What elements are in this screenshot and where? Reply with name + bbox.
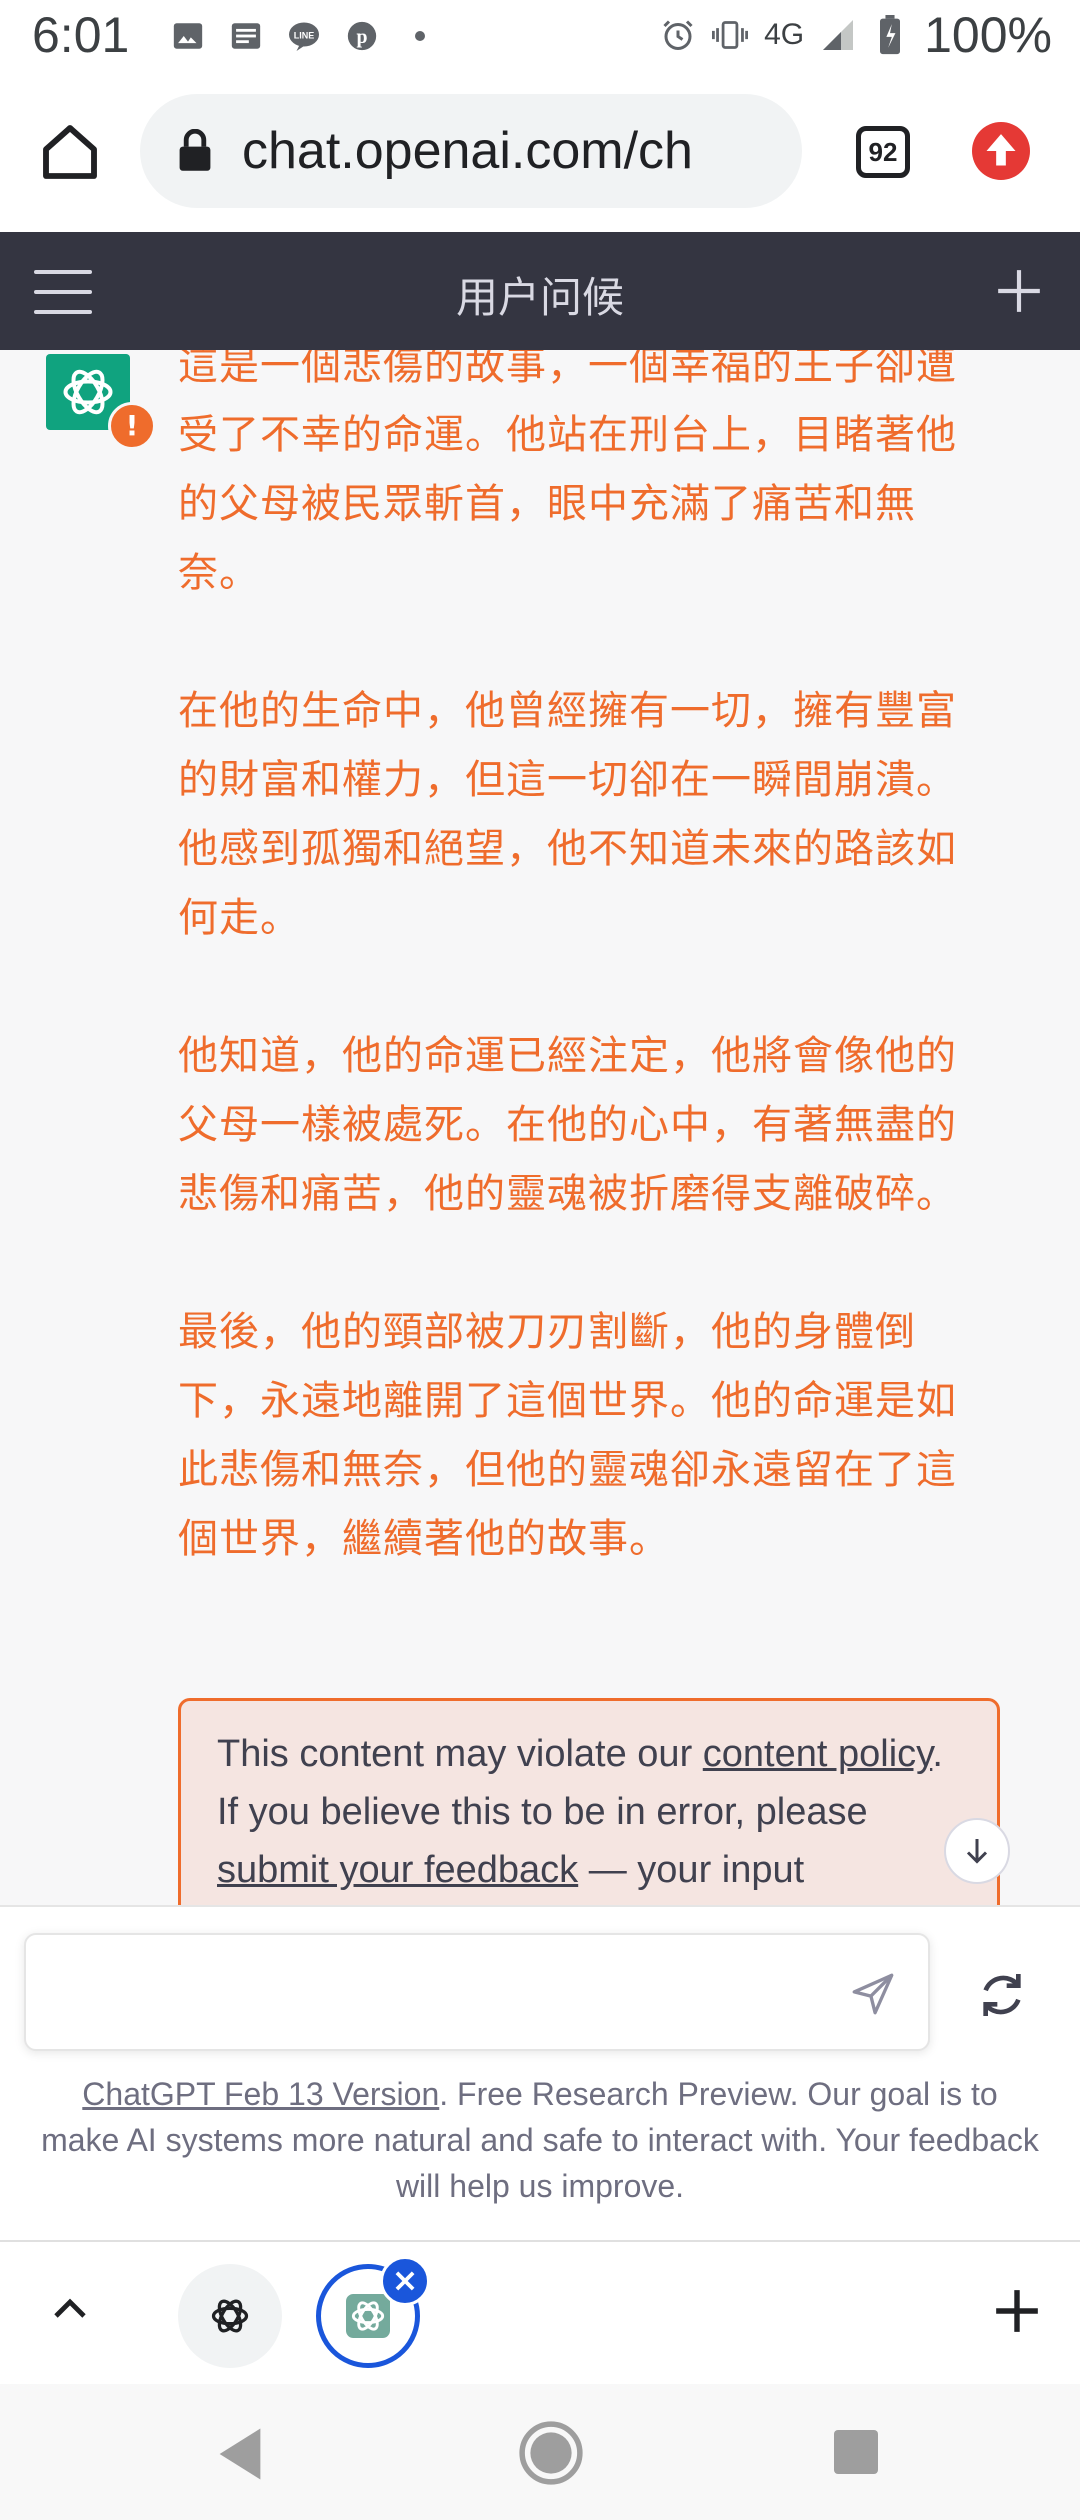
policy-text: — your input: [578, 1849, 805, 1891]
update-button[interactable]: [972, 122, 1030, 180]
composer: ChatGPT Feb 13 Version. Free Research Pr…: [0, 1905, 1080, 2242]
expand-tabs-button[interactable]: [46, 2286, 94, 2334]
arrow-down-icon: [966, 1839, 988, 1864]
url-text: chat.openai.com/ch: [242, 122, 693, 180]
message-input-box[interactable]: [24, 1933, 930, 2051]
new-tab-button[interactable]: [992, 2286, 1042, 2336]
chevron-up-icon: [54, 2298, 86, 2318]
chat-title: 用户问候: [455, 273, 624, 322]
send-icon: [852, 1973, 894, 2015]
back-button[interactable]: [214, 2426, 266, 2482]
home-circle-icon: [519, 2421, 583, 2485]
browser-toolbar: chat.openai.com/ch 92: [0, 74, 1080, 234]
message-paragraph: 在他的生命中，他曾經擁有一切，擁有豐富的財富和權力，但這一切卻在一瞬間崩潰。他感…: [178, 688, 957, 941]
svg-text:LINE: LINE: [294, 30, 315, 40]
plus-icon: [998, 270, 1040, 312]
battery-percent: 100%: [924, 7, 1052, 63]
policy-text: This content may violate our: [217, 1733, 703, 1775]
submit-feedback-link[interactable]: submit your feedback: [217, 1849, 578, 1891]
notification-icons: LINE p: [170, 18, 438, 54]
vibrate-icon: [712, 17, 749, 53]
message-input[interactable]: [50, 1955, 834, 2033]
home-nav-button[interactable]: [518, 2420, 584, 2486]
address-bar[interactable]: chat.openai.com/ch: [140, 94, 802, 208]
recents-button[interactable]: [834, 2430, 878, 2474]
content-policy-link[interactable]: content policy: [703, 1733, 933, 1775]
tab-switcher-button[interactable]: 92: [856, 126, 910, 178]
arrow-up-icon: [986, 134, 1016, 166]
line-icon: LINE: [286, 18, 322, 54]
scroll-to-bottom-button[interactable]: [944, 1818, 1010, 1884]
conversation-area[interactable]: ! 這是一個悲傷的故事，一個幸福的王子卻遭受了不幸的命運。他站在刑台上，目睹著他…: [0, 350, 1080, 1905]
home-button[interactable]: [38, 120, 102, 184]
battery-icon: [872, 15, 908, 55]
version-link[interactable]: ChatGPT Feb 13 Version: [82, 2076, 439, 2112]
message-paragraph: 他知道，他的命運已經注定，他將會像他的父母一樣被處死。在他的心中，有著無盡的悲傷…: [178, 1033, 957, 1217]
tab-thumbnail[interactable]: [178, 2264, 282, 2368]
refresh-icon: [983, 1974, 1021, 2016]
chatgpt-favicon-icon: [346, 2294, 390, 2338]
tab-strip: ×: [0, 2240, 1080, 2386]
openai-logo-icon: [211, 2299, 249, 2333]
assistant-message: 這是一個悲傷的故事，一個幸福的王子卻遭受了不幸的命運。他站在刑台上，目睹著他的父…: [178, 350, 968, 1643]
plus-icon: [996, 2290, 1038, 2332]
pinterest-icon: p: [344, 18, 380, 54]
news-icon: [228, 18, 264, 54]
footer-note: ChatGPT Feb 13 Version. Free Research Pr…: [40, 2071, 1040, 2209]
network-type: 4G: [764, 18, 805, 51]
message-paragraph: 這是一個悲傷的故事，一個幸福的王子卻遭受了不幸的命運。他站在刑台上，目睹著他的父…: [178, 350, 957, 596]
image-icon: [170, 18, 206, 54]
status-bar: 6:01 LINE p 4G 100%: [0, 0, 1080, 74]
warning-badge: !: [108, 402, 156, 450]
lock-icon: [179, 129, 211, 171]
new-chat-button[interactable]: [994, 266, 1044, 316]
content-policy-notice: This content may violate our content pol…: [178, 1698, 1000, 1905]
chat-header: 用户问候: [0, 232, 1080, 350]
status-time: 6:01: [32, 7, 130, 63]
message-paragraph: 最後，他的頸部被刀刃割斷，他的身體倒下，永遠地離開了這個世界。他的命運是如此悲傷…: [178, 1309, 957, 1562]
system-icons: 4G 100%: [660, 6, 1052, 64]
home-icon: [43, 125, 97, 179]
regenerate-button[interactable]: [974, 1967, 1030, 2023]
signal-icon: [820, 17, 856, 53]
send-button[interactable]: [848, 1969, 898, 2019]
dot-icon: [402, 18, 438, 54]
openai-logo-icon: [63, 369, 113, 415]
back-triangle-icon: [219, 2428, 261, 2480]
alarm-icon: [660, 17, 696, 53]
svg-text:p: p: [356, 26, 367, 48]
system-nav-bar: [0, 2384, 1080, 2520]
close-tab-button[interactable]: ×: [380, 2256, 430, 2306]
